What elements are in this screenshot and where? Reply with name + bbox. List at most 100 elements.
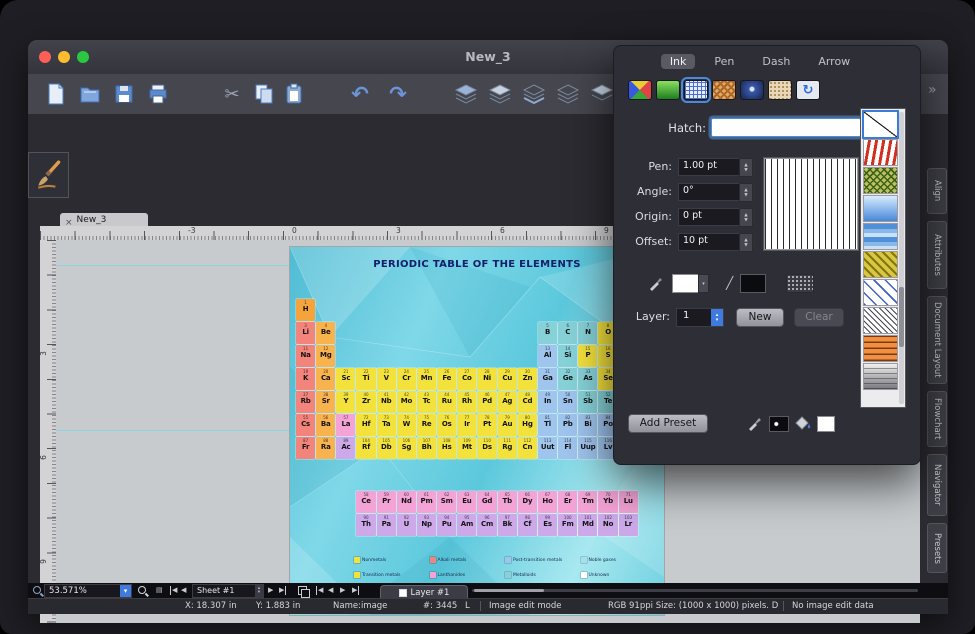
- document-tab[interactable]: New_3: [60, 213, 148, 226]
- gradient-fill-icon[interactable]: [628, 80, 652, 100]
- open-document-button[interactable]: [76, 79, 104, 109]
- new-document-button[interactable]: [42, 79, 70, 109]
- element-cell: 59Pr: [377, 491, 396, 513]
- next-layer-button[interactable]: [340, 586, 345, 595]
- weave-pattern-icon[interactable]: [712, 80, 736, 100]
- hatch-swatch-blue-gradient[interactable]: [864, 196, 897, 221]
- print-document-button[interactable]: [144, 79, 172, 109]
- toolbar-overflow-chevron[interactable]: »: [928, 82, 936, 98]
- globe-pattern-icon[interactable]: [740, 80, 764, 100]
- side-tab-document-layout[interactable]: Document Layout: [927, 296, 947, 384]
- hatch-swatch-orange-lines[interactable]: [864, 336, 897, 361]
- hatch-swatch-single-diagonal[interactable]: [864, 112, 897, 137]
- fill-color-well[interactable]: [817, 416, 835, 432]
- hatch-color-swatch[interactable]: [740, 274, 766, 293]
- hatch-swatch-olive-hatch[interactable]: [864, 252, 897, 277]
- new-layer-button[interactable]: New: [736, 308, 784, 327]
- cut-button[interactable]: [218, 79, 246, 109]
- last-layer-button[interactable]: [352, 586, 359, 595]
- scrollbar-thumb[interactable]: [474, 589, 544, 592]
- hatch-swatch-red-strokes[interactable]: [864, 140, 897, 165]
- element-cell: 89Ac: [336, 437, 355, 459]
- clear-layer-button[interactable]: Clear: [794, 308, 844, 327]
- hatch-pen-dropdown[interactable]: [698, 274, 709, 293]
- first-layer-button[interactable]: [316, 586, 323, 595]
- hatch-swatch-blue-diagonals[interactable]: [864, 280, 897, 305]
- solid-green-fill-icon[interactable]: [656, 80, 680, 100]
- hatch-swatch-gray-gradient[interactable]: [864, 364, 897, 389]
- inspector-tab-pen[interactable]: Pen: [705, 54, 743, 69]
- side-tab-attributes[interactable]: Attributes: [927, 221, 947, 289]
- page-icon[interactable]: [156, 586, 163, 595]
- undo-button[interactable]: [346, 79, 374, 109]
- zoom-out-magnifier-icon[interactable]: [33, 586, 41, 594]
- hatch-swatch-list[interactable]: [860, 108, 906, 408]
- layer-combo[interactable]: 1: [676, 308, 724, 327]
- magnifier-icon[interactable]: [138, 586, 146, 594]
- angle-stepper[interactable]: [739, 183, 753, 202]
- zoom-dropdown-icon[interactable]: [120, 585, 131, 597]
- paint-bucket-icon[interactable]: [793, 415, 813, 431]
- layer-backward-button[interactable]: [520, 79, 548, 109]
- inspector-tab-arrow[interactable]: Arrow: [809, 54, 859, 69]
- vertical-ruler[interactable]: 369: [40, 240, 57, 623]
- hatch-pen-swatch[interactable]: [672, 274, 700, 293]
- sheet-stepper[interactable]: [255, 585, 263, 597]
- stroke-color-well[interactable]: [769, 416, 789, 432]
- hatch-fill-icon[interactable]: [684, 80, 708, 100]
- cycle-colors-icon[interactable]: [796, 80, 820, 100]
- dot-pattern-icon[interactable]: [768, 80, 792, 100]
- element-symbol: Pd: [482, 397, 492, 406]
- pattern-options-button[interactable]: [786, 274, 814, 293]
- element-cell: 97Bk: [498, 514, 517, 536]
- horizontal-scrollbar[interactable]: [472, 589, 918, 592]
- layers-icon[interactable]: [298, 586, 307, 595]
- paste-button[interactable]: [280, 79, 308, 109]
- hatch-swatch-green-crosshatch[interactable]: [864, 168, 897, 193]
- next-sheet-button[interactable]: [268, 586, 273, 595]
- side-tab-presets[interactable]: Presets: [927, 523, 947, 573]
- layer-stepper[interactable]: [711, 309, 723, 326]
- prev-layer-button[interactable]: [328, 586, 333, 595]
- pen-width-input[interactable]: 1.00 pt: [678, 158, 740, 176]
- origin-input[interactable]: 0 pt: [678, 208, 740, 226]
- element-cell: 55Cs: [296, 414, 315, 436]
- offset-input[interactable]: 10 pt: [678, 233, 740, 251]
- empty-cell: [437, 322, 456, 344]
- element-cell: 112Cn: [518, 437, 537, 459]
- layer-forward-button[interactable]: [486, 79, 514, 109]
- side-tab-flowchart[interactable]: Flowchart: [927, 391, 947, 447]
- side-tab-navigator[interactable]: Navigator: [927, 454, 947, 516]
- last-sheet-button[interactable]: [279, 586, 286, 595]
- prev-sheet-button[interactable]: [181, 586, 186, 595]
- layer-to-back-button[interactable]: [554, 79, 582, 109]
- paintbrush-tool[interactable]: [28, 152, 69, 198]
- layer-tab[interactable]: Layer #1: [380, 585, 468, 599]
- element-symbol: Po: [603, 420, 613, 429]
- sheet-combo[interactable]: Sheet #1: [192, 584, 264, 598]
- save-document-button[interactable]: [110, 79, 138, 109]
- element-cell: 62Sm: [437, 491, 456, 513]
- pen-width-stepper[interactable]: [739, 158, 753, 177]
- layer-options-button[interactable]: [588, 79, 616, 109]
- side-tab-align[interactable]: Align: [927, 168, 947, 214]
- add-preset-button[interactable]: Add Preset: [628, 414, 708, 433]
- element-cell: 7N: [578, 322, 597, 344]
- hatch-swatch-blue-steps[interactable]: [864, 224, 897, 249]
- element-symbol: Pb: [563, 420, 573, 429]
- first-sheet-button[interactable]: [170, 586, 177, 595]
- periodic-table-image[interactable]: PERIODIC TABLE OF THE ELEMENTS 1H2He3Li4…: [290, 247, 664, 615]
- zoom-combo[interactable]: 53.571%: [44, 584, 132, 598]
- eyedropper-icon[interactable]: [747, 415, 763, 431]
- origin-stepper[interactable]: [739, 208, 753, 227]
- hatch-input[interactable]: [711, 118, 861, 137]
- inspector-tab-ink[interactable]: Ink: [661, 54, 696, 69]
- element-cell: 115Uup: [578, 437, 597, 459]
- inspector-tab-dash[interactable]: Dash: [753, 54, 799, 69]
- angle-input[interactable]: 0°: [678, 183, 740, 201]
- offset-stepper[interactable]: [739, 233, 753, 252]
- swatch-scrollbar[interactable]: [899, 112, 904, 404]
- redo-button[interactable]: [384, 79, 412, 109]
- copy-button[interactable]: [250, 79, 278, 109]
- layer-to-front-button[interactable]: [452, 79, 480, 109]
